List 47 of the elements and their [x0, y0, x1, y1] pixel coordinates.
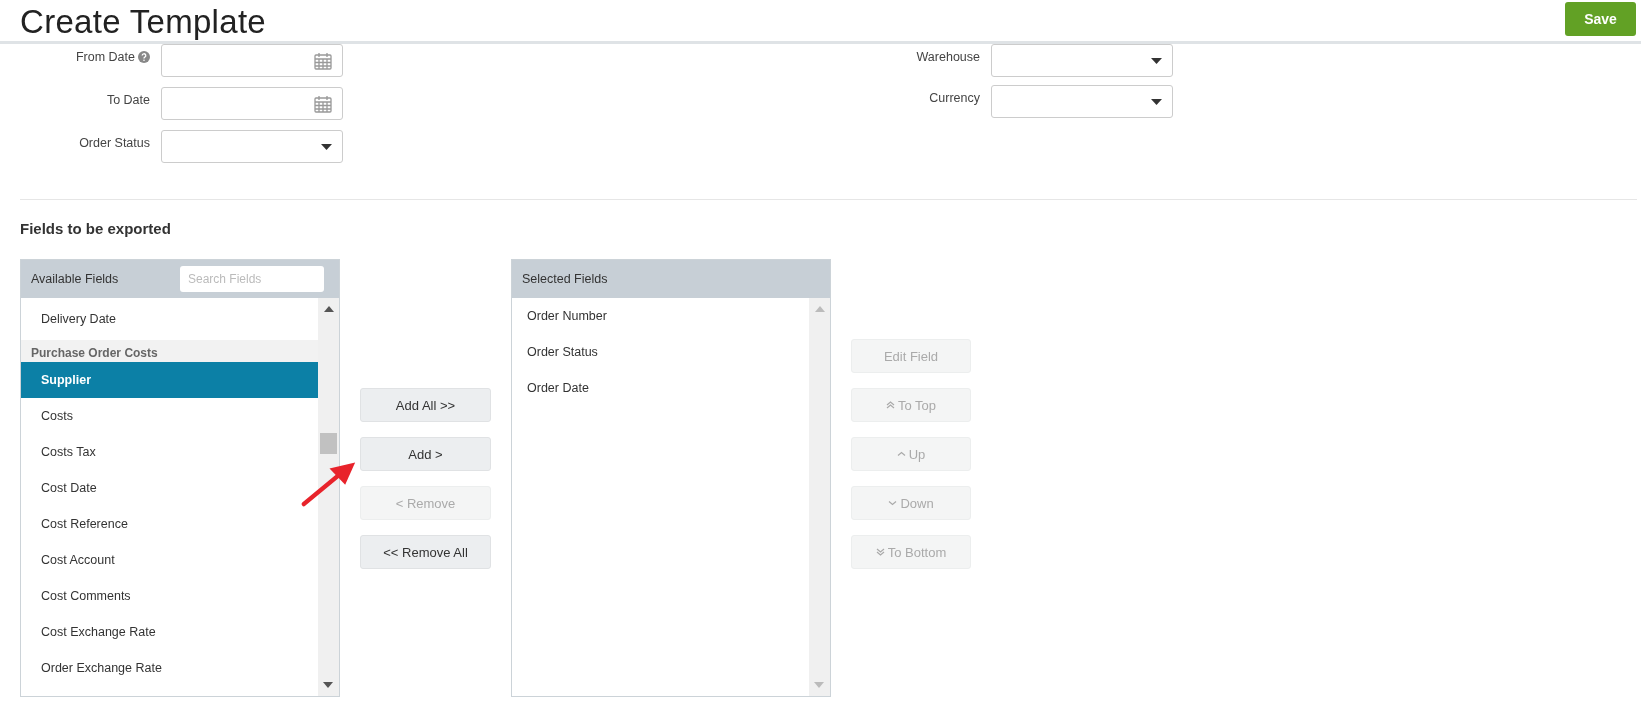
double-chevron-up-icon	[885, 400, 895, 410]
select-field[interactable]	[991, 85, 1173, 118]
panel-title: Available Fields	[31, 272, 119, 286]
list-item[interactable]: Cost Comments	[21, 578, 318, 614]
list-item[interactable]: Order Exchange Rate	[21, 650, 318, 686]
list-item[interactable]: Supplier	[21, 362, 318, 398]
action-button[interactable]: Add All >>	[360, 388, 491, 422]
list-item[interactable]: Costs	[21, 398, 318, 434]
scrollbar-thumb[interactable]	[320, 433, 337, 454]
list-item[interactable]: Cost Account	[21, 542, 318, 578]
field-label: Order Status	[79, 136, 150, 150]
list-item[interactable]: Costs Tax	[21, 434, 318, 470]
calendar-icon[interactable]	[314, 51, 332, 70]
chevron-down-icon	[888, 498, 898, 508]
scrollbar[interactable]	[318, 298, 339, 696]
select-field[interactable]	[161, 130, 343, 163]
field-label: Warehouse	[916, 50, 980, 64]
dropdown-caret-icon[interactable]	[1151, 57, 1162, 64]
field-label: Currency	[929, 91, 980, 105]
list-item[interactable]: Cost Reference	[21, 506, 318, 542]
dropdown-caret-icon[interactable]	[321, 143, 332, 150]
group-header: Purchase Order Costs	[21, 340, 318, 362]
double-chevron-down-icon	[875, 547, 885, 557]
date-field[interactable]	[161, 87, 343, 120]
action-button[interactable]: << Remove All	[360, 535, 491, 569]
list-item[interactable]: Cost Date	[21, 470, 318, 506]
select-field[interactable]	[991, 44, 1173, 77]
chevron-up-icon	[896, 449, 906, 459]
list-item[interactable]: Cost Exchange Rate	[21, 614, 318, 650]
arrow-annotation	[301, 461, 358, 507]
help-icon[interactable]	[138, 51, 150, 63]
panel-title: Selected Fields	[522, 272, 608, 286]
list-item[interactable]: Order Status	[512, 334, 809, 370]
list-item[interactable]: Delivery Date	[21, 298, 318, 340]
page-title: Create Template	[20, 2, 267, 42]
scroll-up-icon[interactable]	[323, 306, 334, 312]
dropdown-caret-icon[interactable]	[1151, 98, 1162, 105]
scroll-down-icon[interactable]	[323, 682, 333, 688]
search-field[interactable]: Search Fields	[180, 266, 324, 292]
field-label: From Date	[75, 50, 135, 64]
list-item[interactable]: Order Date	[512, 370, 809, 406]
action-button[interactable]: Add >	[360, 437, 491, 471]
field-label: To Date	[106, 93, 150, 107]
calendar-icon[interactable]	[314, 94, 332, 113]
section-title: Fields to be exported	[19, 219, 172, 239]
date-field[interactable]	[161, 44, 343, 77]
list-item[interactable]: Order Number	[512, 298, 809, 334]
